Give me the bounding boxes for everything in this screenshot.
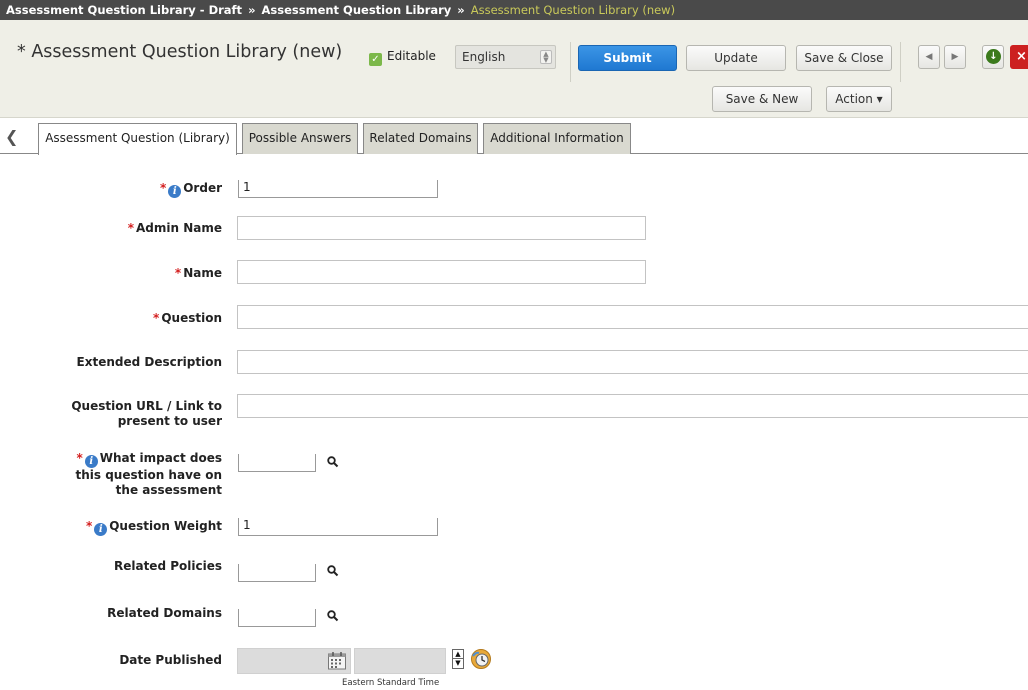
check-icon: ✓ [369,53,382,66]
related-domains-label: Related Domains [107,606,222,620]
related-domains-lookup-input[interactable] [238,609,316,627]
question-label: * Question [0,311,222,326]
breadcrumb-separator: » [248,3,256,17]
info-icon[interactable]: i [94,523,108,536]
required-marker: * [127,221,134,235]
download-icon: ↓ [986,49,1001,64]
name-input[interactable] [237,260,646,284]
update-button[interactable]: Update [686,45,786,71]
chevron-down-icon[interactable]: ▼ [453,659,463,668]
question-weight-input[interactable]: 1 [238,518,438,536]
question-weight-label: * i Question Weight [0,519,222,536]
required-marker: * [76,451,83,465]
editable-indicator: ✓ Editable [369,49,436,66]
impact-label-line1: What impact does [99,451,222,465]
language-value: English [462,50,506,64]
breadcrumb-link-draft[interactable]: Assessment Question Library - Draft [6,3,242,17]
impact-label: * i What impact does this question have on… [0,451,222,498]
required-marker: * [159,181,167,195]
tab-possible-answers[interactable]: Possible Answers [242,123,358,154]
related-policies-lookup-input[interactable] [238,564,316,582]
name-label-text: Name [183,266,222,280]
order-input[interactable]: 1 [238,180,438,198]
tab-assessment-question-library[interactable]: Assessment Question (Library) [38,123,237,155]
order-label-text: Order [183,181,222,195]
chevron-up-icon[interactable]: ▲ [453,650,463,659]
question-url-label: Question URL / Link to present to user [0,399,222,429]
order-label: * i Order [0,181,222,198]
name-label: * Name [0,266,222,281]
related-policies-label: Related Policies [113,559,222,573]
tab-related-domains[interactable]: Related Domains [363,123,478,154]
timezone-label: Eastern Standard Time [342,678,440,688]
save-close-button[interactable]: Save & Close [796,45,892,71]
next-record-button[interactable]: ▶ [944,45,966,69]
date-published-label: Date Published [119,653,222,667]
page-title: * Assessment Question Library (new) [17,42,343,62]
question-url-label-line2: present to user [117,414,222,428]
admin-name-input[interactable] [237,216,646,240]
time-spinner[interactable]: ▲ ▼ [452,649,464,669]
magnifier-icon[interactable] [326,455,340,469]
toolbar-divider [900,42,901,82]
breadcrumb-link-library[interactable]: Assessment Question Library [262,3,452,17]
question-label-text: Question [161,311,222,325]
action-menu-button[interactable]: Action ▾ [826,86,892,112]
close-button[interactable]: × [1010,45,1028,69]
timezone-icon[interactable] [470,648,492,670]
editable-label: Editable [387,49,436,63]
language-select[interactable]: English ▲ ▼ [455,45,556,69]
download-button[interactable]: ↓ [982,45,1004,69]
impact-label-line3: the assessment [115,483,222,497]
tab-strip: ❮ Assessment Question (Library) Possible… [0,118,1028,155]
save-new-button[interactable]: Save & New [712,86,812,112]
question-input[interactable] [237,305,1028,329]
breadcrumb-separator: » [457,3,465,17]
question-url-label-line1: Question URL / Link to [71,399,222,413]
question-url-input[interactable] [237,394,1028,418]
calendar-icon[interactable] [327,651,347,671]
previous-record-button[interactable]: ◀ [918,45,940,69]
question-weight-label-text: Question Weight [109,519,222,533]
extended-description-label: Extended Description [76,355,222,369]
submit-button[interactable]: Submit [578,45,677,71]
toolbar-divider [570,42,571,82]
record-header: * Assessment Question Library (new) ✓ Edi… [0,20,1028,118]
magnifier-icon[interactable] [326,564,340,578]
question-form: * i Order 1 * Admin Name * Name * Question Ex… [0,154,1028,690]
impact-lookup-input[interactable] [238,454,316,472]
magnifier-icon[interactable] [326,609,340,623]
info-icon[interactable]: i [168,185,182,198]
select-arrows-icon: ▲ ▼ [540,50,552,64]
required-marker: * [85,519,93,533]
tab-additional-information[interactable]: Additional Information [483,123,631,154]
impact-label-line2: this question have on [75,468,222,482]
breadcrumb-current: Assessment Question Library (new) [470,3,676,17]
admin-name-label-text: Admin Name [136,221,222,235]
time-input[interactable] [354,648,446,674]
admin-name-label: * Admin Name [0,221,222,236]
tab-scroll-left-icon[interactable]: ❮ [5,127,18,146]
info-icon[interactable]: i [84,455,98,468]
breadcrumb: Assessment Question Library - Draft » Asse… [0,0,1028,20]
extended-description-input[interactable] [237,350,1028,374]
required-marker: * [174,266,182,280]
required-marker: * [153,311,160,325]
